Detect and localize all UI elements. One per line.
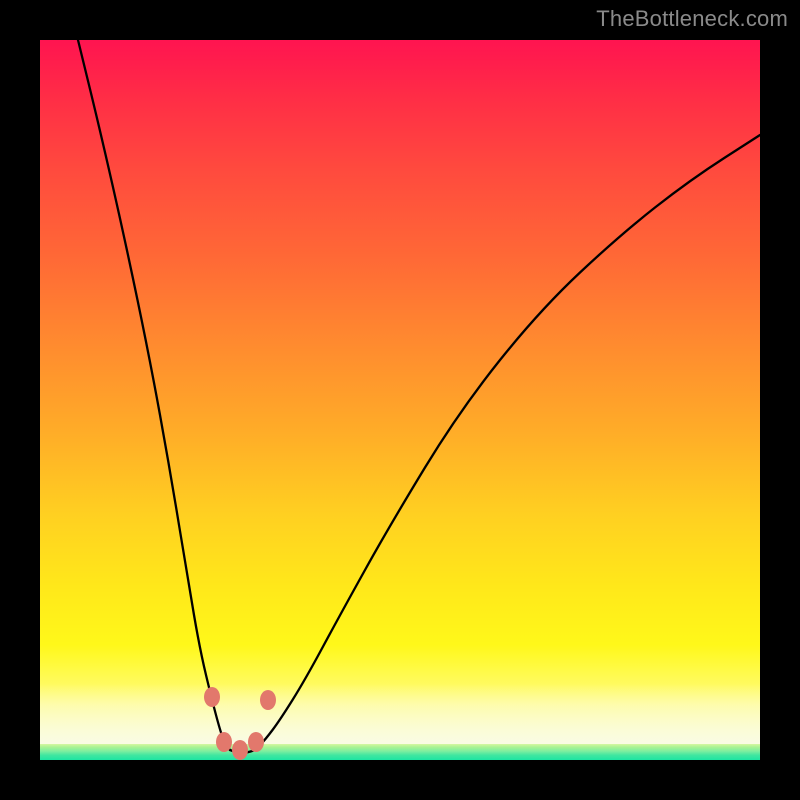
valley-marker [248,732,264,752]
watermark-text: TheBottleneck.com [596,6,788,32]
curve-left-branch [78,40,230,750]
valley-marker [216,732,232,752]
curve-right-branch [255,135,760,750]
plot-area [40,40,760,760]
valley-marker [204,687,220,707]
chart-frame: TheBottleneck.com [0,0,800,800]
valley-marker [260,690,276,710]
bottleneck-curve [40,40,760,760]
valley-markers [204,687,276,760]
valley-marker [232,740,248,760]
